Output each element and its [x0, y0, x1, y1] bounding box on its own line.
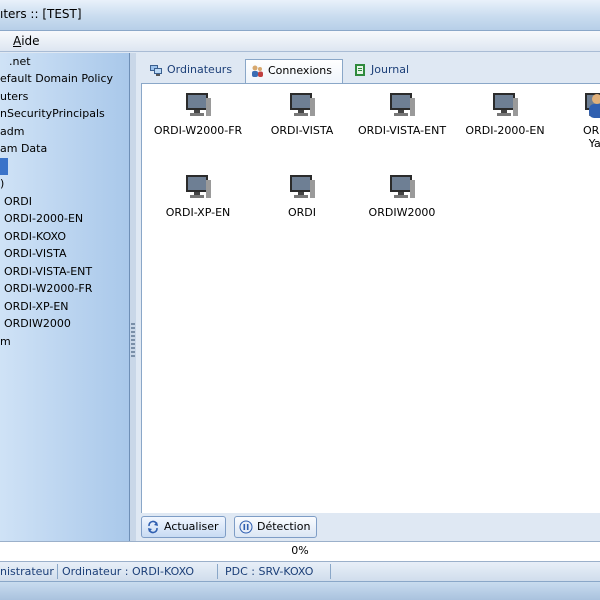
- detect-label: Détection: [257, 520, 311, 533]
- log-icon: [355, 64, 365, 76]
- tree-item[interactable]: ORDIW2000: [4, 315, 71, 332]
- tree-item[interactable]: .net: [9, 53, 31, 70]
- computer-name: ORDI: [582, 124, 600, 137]
- user-name: Yar: [588, 137, 600, 150]
- status-separator: [57, 564, 58, 579]
- tree-item[interactable]: ORDI-2000-EN: [4, 210, 83, 227]
- refresh-label: Actualiser: [164, 520, 219, 533]
- tree-item[interactable]: am Data: [0, 140, 47, 157]
- tree-item[interactable]: ): [0, 175, 4, 192]
- computer-name: ORDI-XP-EN: [165, 206, 231, 219]
- tree-item[interactable]: efault Domain Policy: [0, 70, 113, 87]
- computer-item[interactable]: ORDI-VISTA: [252, 90, 352, 137]
- computer-item[interactable]: ORDI-2000-EN: [455, 90, 555, 137]
- computer-icon: [390, 175, 415, 198]
- refresh-icon: [148, 520, 158, 534]
- button-bar: Actualiser Détection: [141, 513, 600, 539]
- details-pane: Ordinateurs Connexions Journal ORDI-W200…: [137, 53, 600, 563]
- tab-connexions[interactable]: Connexions: [245, 59, 343, 84]
- tree-item[interactable]: m: [0, 333, 11, 350]
- tree-item[interactable]: ORDI-W2000-FR: [4, 280, 92, 297]
- status-user: nistrateur: [0, 565, 54, 578]
- computer-item-with-user[interactable]: ORDI Yar: [547, 90, 600, 150]
- status-computer: Ordinateur : ORDI-KOXO: [62, 565, 195, 578]
- computer-icon: [290, 175, 315, 198]
- computer-icon: [390, 93, 415, 116]
- users-icon: [252, 65, 263, 77]
- tab-label: Connexions: [268, 64, 332, 77]
- tree-item[interactable]: uters: [0, 88, 28, 105]
- progress-text: 0%: [291, 544, 309, 557]
- status-bar: nistrateur Ordinateur : ORDI-KOXO PDC : …: [0, 562, 600, 582]
- tab-label: Ordinateurs: [167, 63, 233, 76]
- status-separator: [217, 564, 218, 579]
- refresh-button[interactable]: Actualiser: [141, 516, 226, 538]
- tree-item[interactable]: ORDI: [4, 193, 32, 210]
- computer-icon: [186, 175, 211, 198]
- computer-name: ORDI-2000-EN: [465, 124, 545, 137]
- progress-bar: 0%: [0, 541, 600, 562]
- computer-name: ORDI-VISTA: [270, 124, 334, 137]
- tree-item-selected[interactable]: [0, 158, 8, 175]
- computer-item[interactable]: ORDI-W2000-FR: [148, 90, 248, 137]
- tree-item[interactable]: ORDI-VISTA-ENT: [4, 263, 92, 280]
- computer-item[interactable]: ORDI-VISTA-ENT: [352, 90, 452, 137]
- splitter-grip[interactable]: [131, 323, 135, 359]
- computer-user-icon: [585, 93, 600, 118]
- window-bottom-edge: [0, 582, 600, 600]
- connections-view: ORDI-W2000-FR ORDI-VISTA ORDI-VISTA-ENT: [141, 83, 600, 515]
- computer-item[interactable]: ORDI: [252, 172, 352, 219]
- menu-bar: Aide: [0, 31, 600, 52]
- computer-icon: [493, 93, 518, 116]
- tab-ordinateurs[interactable]: Ordinateurs: [145, 59, 241, 81]
- computer-name: ORDI-W2000-FR: [153, 124, 243, 137]
- computer-name: ORDI-VISTA-ENT: [357, 124, 447, 137]
- detect-button[interactable]: Détection: [234, 516, 318, 538]
- tree-item[interactable]: ORDI-XP-EN: [4, 298, 69, 315]
- computer-name: ORDIW2000: [368, 206, 436, 219]
- tab-label: Journal: [371, 63, 410, 76]
- window-title: ıters :: [TEST]: [0, 7, 82, 21]
- tab-journal[interactable]: Journal: [349, 59, 421, 81]
- computer-item[interactable]: ORDIW2000: [352, 172, 452, 219]
- computer-icon: [290, 93, 315, 116]
- computer-name: ORDI: [287, 206, 316, 219]
- tree-item[interactable]: ORDI-VISTA: [4, 245, 66, 262]
- pause-icon: [239, 520, 253, 534]
- computer-icon: [186, 93, 211, 116]
- status-separator: [330, 564, 331, 579]
- menu-aide[interactable]: Aide: [13, 34, 40, 48]
- tree-item[interactable]: nSecurityPrincipals: [0, 105, 105, 122]
- computers-icon: [150, 65, 162, 76]
- title-bar: ıters :: [TEST]: [0, 0, 600, 31]
- status-pdc: PDC : SRV-KOXO: [225, 565, 314, 578]
- pane-splitter[interactable]: [130, 53, 136, 563]
- computer-item[interactable]: ORDI-XP-EN: [148, 172, 248, 219]
- tree-item[interactable]: adm: [0, 123, 24, 140]
- tree-pane[interactable]: .net efault Domain Policy uters nSecurit…: [0, 53, 130, 563]
- tree-item[interactable]: ORDI-KOXO: [4, 228, 66, 245]
